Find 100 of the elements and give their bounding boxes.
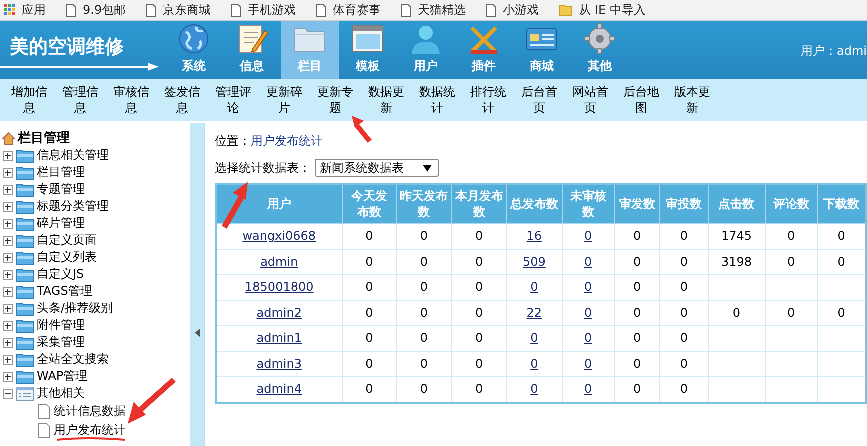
- nav-tab[interactable]: 信息: [223, 21, 281, 79]
- bookmark-link[interactable]: 小游戏: [486, 2, 540, 18]
- tree-item[interactable]: 采集管理: [0, 334, 190, 351]
- table-cell: 0: [396, 274, 452, 300]
- toolbar-link[interactable]: 签发信息: [163, 84, 202, 116]
- tree-item[interactable]: 附件管理: [0, 317, 190, 334]
- annotation-underline: [56, 438, 126, 441]
- table-link[interactable]: 0: [584, 254, 592, 269]
- tree-item[interactable]: 自定义列表: [0, 249, 190, 266]
- table-cell: 0: [342, 300, 397, 326]
- table-link[interactable]: 16: [526, 229, 542, 244]
- toolbar-link[interactable]: 审核信息: [112, 84, 151, 116]
- nav-tab[interactable]: 商城: [513, 21, 571, 79]
- expand-icon[interactable]: [3, 184, 13, 194]
- toolbar-link[interactable]: 网站首页: [571, 84, 610, 116]
- toolbar-link[interactable]: 版本更新: [673, 84, 712, 116]
- expand-icon[interactable]: [3, 252, 13, 262]
- table-link[interactable]: 0: [584, 280, 592, 294]
- bookmark-link[interactable]: 9.9包邮: [66, 2, 126, 18]
- expand-icon[interactable]: [3, 236, 13, 246]
- nav-tab[interactable]: 用户: [397, 21, 455, 79]
- bookmark-link[interactable]: 从 IE 中导入: [559, 2, 646, 18]
- expand-icon[interactable]: [3, 338, 13, 348]
- expand-icon[interactable]: [3, 202, 13, 212]
- expand-icon[interactable]: [3, 168, 13, 178]
- column-header: 审发数: [614, 184, 660, 224]
- table-cell: 0: [765, 249, 818, 274]
- tree-item[interactable]: 统计信息数据: [0, 402, 190, 421]
- folder-icon: [16, 352, 34, 366]
- table-link[interactable]: 22: [526, 306, 542, 320]
- table-cell: 0: [614, 274, 660, 300]
- expand-icon[interactable]: [3, 270, 13, 280]
- expand-icon[interactable]: [3, 320, 13, 330]
- toolbar-link[interactable]: 排行统计: [469, 84, 508, 116]
- house-icon: [2, 132, 16, 144]
- table-link[interactable]: 0: [584, 331, 592, 346]
- table-select[interactable]: 新闻系统数据表: [315, 159, 439, 177]
- tree-item[interactable]: 碎片管理: [0, 215, 190, 232]
- nav-tab[interactable]: 模板: [339, 21, 397, 79]
- tree-item[interactable]: 信息相关管理: [0, 147, 190, 164]
- column-header: 今天发布数: [342, 184, 397, 224]
- table-link[interactable]: 0: [584, 356, 592, 371]
- bookmark-link[interactable]: 京东商城: [146, 2, 212, 18]
- toolbar-link[interactable]: 数据统计: [418, 84, 457, 116]
- bookmark-link[interactable]: 手机游戏: [231, 2, 296, 18]
- toolbar-link[interactable]: 后台首页: [520, 84, 559, 116]
- expand-icon[interactable]: [3, 354, 13, 364]
- tree-item[interactable]: 全站全文搜索: [0, 351, 190, 368]
- tree-item[interactable]: 标题分类管理: [0, 198, 190, 215]
- globe-icon: [177, 23, 211, 55]
- table-link[interactable]: 0: [584, 229, 592, 244]
- expand-icon[interactable]: [3, 304, 13, 314]
- tree-item[interactable]: 头条/推荐级别: [0, 300, 190, 317]
- table-link[interactable]: 0: [584, 306, 592, 320]
- page-icon: [146, 4, 158, 16]
- expand-icon[interactable]: [3, 372, 13, 382]
- table-link[interactable]: 0: [530, 382, 538, 396]
- table-link[interactable]: 0: [530, 331, 538, 346]
- table-link[interactable]: 0: [584, 382, 592, 396]
- breadcrumb-link[interactable]: 用户发布统计: [251, 134, 323, 148]
- nav-tab[interactable]: 插件: [455, 21, 513, 79]
- bookmark-link[interactable]: 天猫精选: [401, 2, 466, 18]
- folder-icon: [16, 336, 34, 350]
- nav-tab[interactable]: 系统: [165, 21, 223, 79]
- table-cell: 0: [342, 224, 397, 249]
- table-cell: 1745: [708, 224, 766, 249]
- tree-item[interactable]: 自定义JS: [0, 266, 190, 283]
- bookmark-link[interactable]: 体育赛事: [316, 2, 382, 18]
- toolbar-link[interactable]: 管理评论: [214, 84, 253, 116]
- table-cell: 0: [396, 326, 452, 351]
- tree-item[interactable]: 自定义页面: [0, 232, 190, 249]
- toolbar-link[interactable]: 后台地图: [622, 84, 661, 116]
- toolbar-link[interactable]: 数据更新: [367, 84, 406, 116]
- table-cell: 0: [452, 351, 507, 376]
- collapse-arrow-icon[interactable]: [194, 329, 200, 337]
- nav-tab[interactable]: 其他: [571, 21, 629, 79]
- table-cell: 0: [614, 249, 660, 274]
- toolbar-link[interactable]: 更新碎片: [265, 84, 304, 116]
- expand-icon[interactable]: [3, 150, 13, 160]
- tree-item[interactable]: 专题管理: [0, 181, 190, 198]
- bookmark-link[interactable]: 应用: [4, 2, 46, 18]
- user-icon: [409, 23, 443, 55]
- table-cell: 0: [452, 249, 507, 274]
- tree-item[interactable]: 栏目管理: [0, 164, 190, 181]
- expand-icon[interactable]: [3, 218, 13, 228]
- toolbar-link[interactable]: 更新专题: [316, 84, 355, 116]
- tree-item[interactable]: WAP管理: [0, 368, 190, 385]
- collapse-icon[interactable]: [3, 388, 13, 398]
- table-link[interactable]: admin: [260, 254, 298, 269]
- table-cell: 0: [396, 300, 452, 326]
- toolbar-link[interactable]: 增加信息: [10, 84, 49, 116]
- tree-item[interactable]: 其他相关: [0, 385, 190, 402]
- table-link[interactable]: 0: [530, 280, 538, 294]
- table-link[interactable]: 0: [530, 356, 538, 371]
- tree-item[interactable]: 用户发布统计: [0, 421, 190, 440]
- toolbar-link[interactable]: 管理信息: [61, 84, 100, 116]
- table-cell: 0: [708, 300, 766, 326]
- tree-item[interactable]: TAGS管理: [0, 283, 190, 300]
- table-cell: 0: [342, 274, 397, 300]
- expand-icon[interactable]: [3, 286, 13, 296]
